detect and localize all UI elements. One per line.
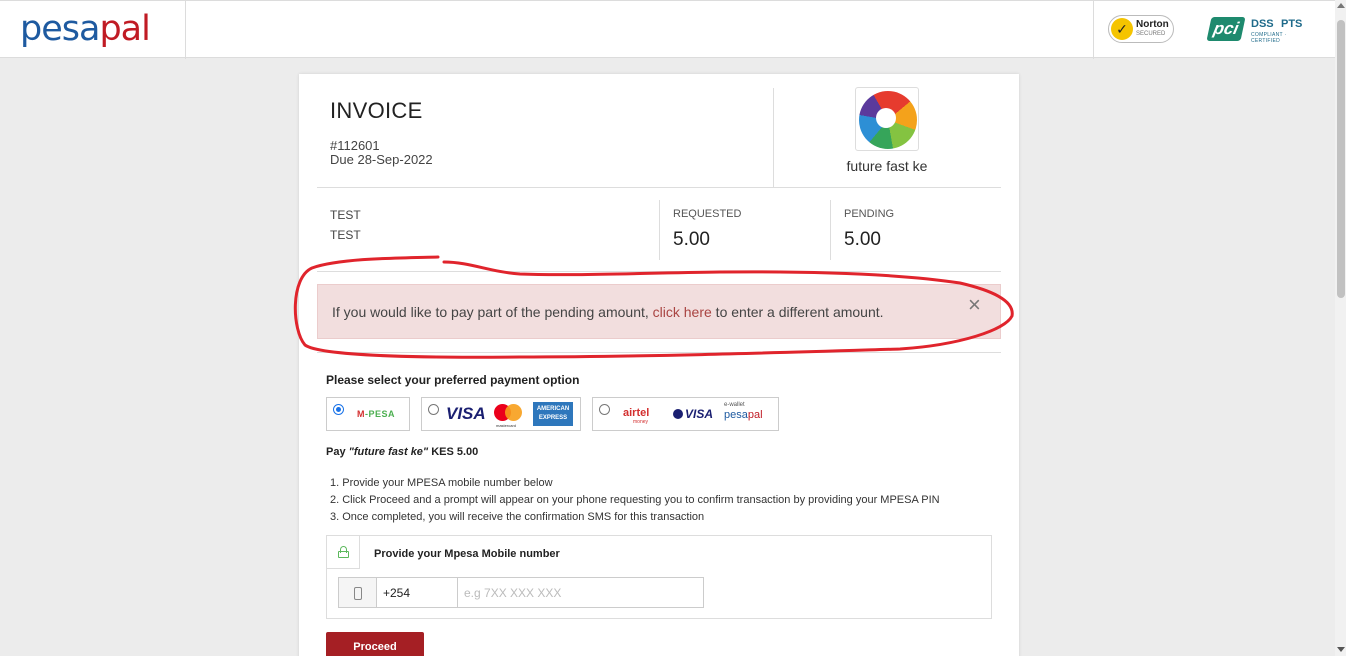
logo-divider <box>185 1 186 59</box>
instruction-step: 1. Provide your MPESA mobile number belo… <box>330 477 553 489</box>
merchant-logo <box>855 87 919 151</box>
mastercard-yellow-circle <box>505 404 522 421</box>
instruction-step: 3. Once completed, you will receive the … <box>330 511 705 523</box>
phone-icon <box>354 587 362 600</box>
instruction-step: 2. Click Proceed and a prompt will appea… <box>330 494 940 506</box>
mobile-number-label: Provide your Mpesa Mobile number <box>374 548 560 560</box>
pay-prefix: Pay <box>326 446 349 458</box>
divider <box>317 271 1001 272</box>
divider <box>317 352 1001 353</box>
mpesa-radio[interactable] <box>333 404 344 415</box>
invoice-description-line: TEST <box>330 208 361 222</box>
mpesa-logo: M-PESA <box>357 409 395 419</box>
pci-dss-badge: pci DSS PTS COMPLIANT · CERTIFIED <box>1206 15 1305 44</box>
click-here-link[interactable]: click here <box>653 304 712 320</box>
merchant-name: future fast ke <box>846 158 928 174</box>
invoice-description-line: TEST <box>330 228 361 242</box>
mastercard-label: mastercard <box>496 423 517 428</box>
amex-logo: AMERICAN EXPRESS <box>533 402 573 426</box>
country-code-field[interactable]: +254 <box>377 577 458 608</box>
invoice-number: #112601 <box>330 138 380 153</box>
logo-pal: pal <box>99 9 150 49</box>
pesapal-logo[interactable]: pesapal <box>20 9 151 49</box>
divider <box>317 187 1001 188</box>
phone-icon-cell <box>338 577 377 608</box>
card-radio[interactable] <box>428 404 439 415</box>
scroll-up-icon[interactable] <box>1337 3 1345 8</box>
instructions-list: 1. Provide your MPESA mobile number belo… <box>330 475 940 526</box>
mpesa-option[interactable]: M-PESA <box>326 397 410 431</box>
scrollbar-thumb[interactable] <box>1337 20 1345 298</box>
ewallet-pesapal-logo: pesapal <box>724 409 763 421</box>
pay-summary: Pay "future fast ke" KES 5.00 <box>326 446 478 458</box>
badge-divider <box>1093 1 1094 59</box>
pci-dss-label: DSS <box>1251 18 1274 30</box>
visa-logo: VISA <box>446 404 486 423</box>
airtel-money-logo: airtel <box>623 407 650 419</box>
wallet-radio[interactable] <box>599 404 610 415</box>
top-header: pesapal ✓ Norton SECURED pci DSS PTS COM… <box>0 0 1335 59</box>
divider <box>659 200 660 260</box>
wallet-option[interactable]: airtel money VISA e-wallet pesapal <box>592 397 779 431</box>
mpesa-logo-rest: -PESA <box>365 409 396 419</box>
airtel-money-sub: money <box>633 419 649 425</box>
norton-sub: SECURED <box>1136 31 1166 37</box>
alert-text: If you would like to pay part of the pen… <box>332 304 884 320</box>
phone-input-group: +254 <box>338 577 704 608</box>
lock-body <box>338 551 349 558</box>
pci-compliant-label: COMPLIANT · CERTIFIED <box>1251 32 1287 44</box>
check-icon: ✓ <box>1111 18 1133 40</box>
card-option[interactable]: VISA mastercard AMERICAN EXPRESS <box>421 397 581 431</box>
requested-amount: 5.00 <box>673 229 710 250</box>
pending-amount: 5.00 <box>844 229 881 250</box>
mastercard-logo: mastercard <box>494 404 522 428</box>
pay-merchant: "future fast ke" <box>348 446 429 458</box>
close-icon[interactable]: × <box>968 294 986 316</box>
logo-pesa: pesa <box>20 9 100 49</box>
norton-secured-badge: ✓ Norton SECURED <box>1108 15 1174 43</box>
invoice-title: INVOICE <box>330 98 423 123</box>
pending-label: PENDING <box>844 208 895 220</box>
ewallet-label: e-wallet <box>724 402 745 408</box>
proceed-button[interactable]: Proceed <box>326 632 424 656</box>
pci-mark: pci <box>1206 17 1246 41</box>
ewallet-pal: pal <box>747 409 763 421</box>
divider <box>830 200 831 260</box>
visa-label: VISA <box>685 407 714 421</box>
invoice-due-date: Due 28-Sep-2022 <box>330 152 433 167</box>
scroll-down-icon[interactable] <box>1337 647 1345 652</box>
alert-text-before: If you would like to pay part of the pen… <box>332 304 653 320</box>
lock-cell <box>327 536 360 569</box>
invoice-card: INVOICE #112601 Due 28-Sep-2022 future f… <box>299 74 1019 656</box>
mpesa-logo-m: M <box>357 409 365 419</box>
visa-logo: VISA <box>673 407 713 421</box>
alert-text-after: to enter a different amount. <box>711 304 884 320</box>
phone-number-input[interactable] <box>458 577 704 608</box>
page-scrollbar[interactable] <box>1335 0 1346 656</box>
lock-icon <box>338 546 349 558</box>
payment-option-title: Please select your preferred payment opt… <box>326 373 580 387</box>
requested-label: REQUESTED <box>673 208 742 220</box>
pinwheel-center <box>876 108 896 128</box>
norton-title: Norton <box>1136 19 1169 30</box>
mobile-number-panel: Provide your Mpesa Mobile number +254 <box>326 535 992 619</box>
pci-pts-label: PTS <box>1281 18 1303 30</box>
pay-amount: KES 5.00 <box>428 446 479 458</box>
partial-payment-alert: If you would like to pay part of the pen… <box>317 284 1001 339</box>
ewallet-pesa: pesa <box>724 409 748 421</box>
visa-dot-icon <box>673 409 683 419</box>
